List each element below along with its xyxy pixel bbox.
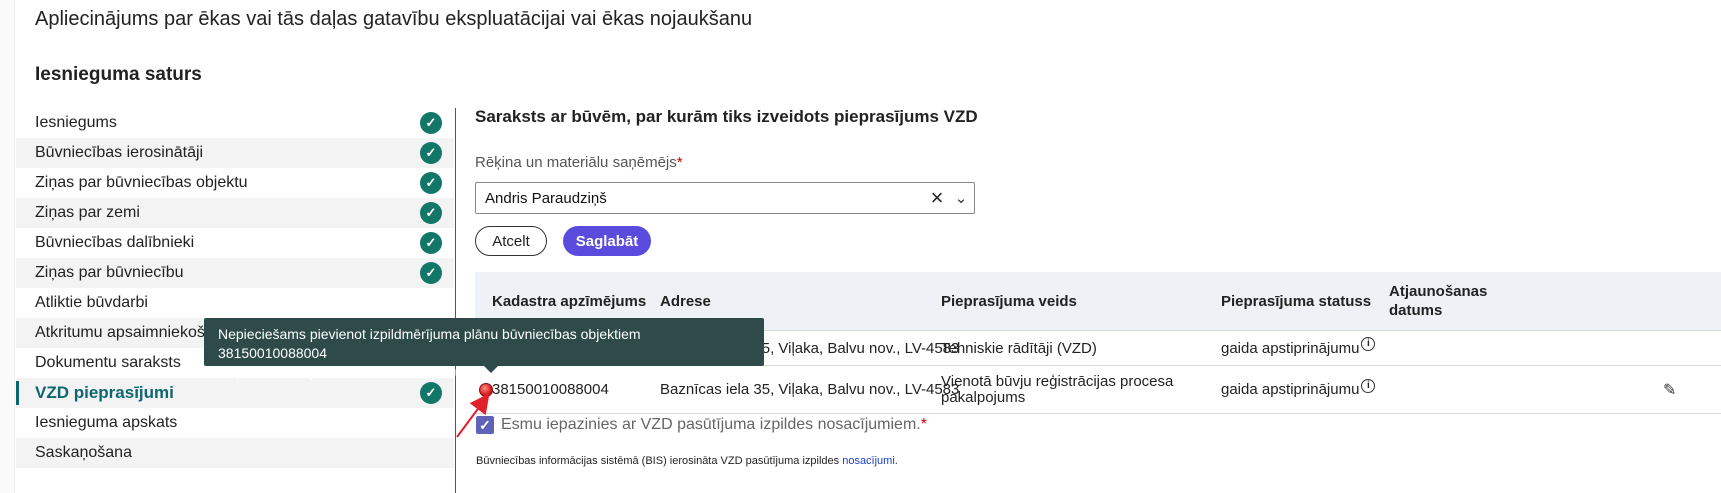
required-mark: * xyxy=(676,154,683,171)
header-updated-line1: Atjaunošanas xyxy=(1389,283,1488,300)
request-type-line1: Vienotā būvju reģistrācijas procesa xyxy=(941,372,1174,390)
cell-request-type: Tehniskie rādītāji (VZD) xyxy=(941,339,1097,357)
chevron-down-icon[interactable]: ⌄ xyxy=(948,189,974,207)
section-title: Iesnieguma saturs xyxy=(35,64,202,85)
check-icon: ✓ xyxy=(420,232,442,254)
footnote-suffix: . xyxy=(894,455,898,467)
sidebar-item-label: Ziņas par būvniecības objektu xyxy=(35,174,248,191)
cell-request-status: gaida apstiprinājumu i xyxy=(1221,366,1376,413)
clear-icon[interactable]: × xyxy=(926,187,948,209)
sidebar-item-label: Būvniecības ierosinātāji xyxy=(35,144,204,161)
header-updated-line2: datums xyxy=(1389,302,1443,319)
sidebar-item-buvniecibas-dalibnieki[interactable]: Būvniecības dalībnieki ✓ xyxy=(16,228,454,258)
check-icon: ✓ xyxy=(420,112,442,134)
sidebar-item-label: Būvniecības dalībnieki xyxy=(35,234,195,251)
required-mark: * xyxy=(920,416,927,433)
sidebar-item-label: Iesniegums xyxy=(35,114,117,131)
sidebar-item-zinas-par-buvniecibu[interactable]: Ziņas par būvniecību ✓ xyxy=(16,258,454,288)
agreement-checkbox-row[interactable]: ✓ Esmu iepazinies ar VZD pasūtījuma izpi… xyxy=(476,416,927,434)
edit-pencil-icon[interactable]: ✎ xyxy=(1663,380,1676,400)
sidebar-item-label: Ziņas par zemi xyxy=(35,204,140,221)
sidebar-item-label: Dokumentu saraksts xyxy=(35,354,181,371)
sidebar-item-atliktie-buvdarbi[interactable]: Atliktie būvdarbi xyxy=(16,288,454,318)
cell-actions: ✎ xyxy=(1663,366,1676,413)
sidebar-item-label: Atliktie būvdarbi xyxy=(35,294,148,311)
validation-tooltip: Nepieciešams pievienot izpildmērījuma pl… xyxy=(204,318,764,380)
sidebar-item-label: Saskaņošana xyxy=(35,444,132,461)
check-icon: ✓ xyxy=(420,382,442,404)
info-icon[interactable]: i xyxy=(1361,337,1376,351)
header-request-status: Pieprasījuma statuss xyxy=(1221,292,1372,310)
sidebar-nav: Iesniegums ✓ Būvniecības ierosinātāji ✓ … xyxy=(16,108,454,468)
recipient-select[interactable]: Andris Paraudziņš × ⌄ xyxy=(475,182,975,214)
check-icon: ✓ xyxy=(420,142,442,164)
recipient-select-value: Andris Paraudziņš xyxy=(485,189,607,207)
sidebar-item-saskanosana[interactable]: Saskaņošana xyxy=(16,438,454,468)
header-updated-date: Atjaunošanas datums xyxy=(1389,272,1487,330)
sidebar-item-label: Ziņas par būvniecību xyxy=(35,264,184,281)
check-icon: ✓ xyxy=(420,172,442,194)
sidebar-item-zinas-par-buvniecibas-objektu[interactable]: Ziņas par būvniecības objektu ✓ xyxy=(16,168,454,198)
footnote-text: Būvniecības informācijas sistēmā (BIS) i… xyxy=(476,455,843,467)
sidebar-item-label: VZD pieprasījumi xyxy=(35,383,174,402)
conditions-link[interactable]: nosacījumi xyxy=(842,455,895,467)
error-indicator-icon[interactable] xyxy=(479,382,493,397)
status-text: gaida apstiprinājumu xyxy=(1221,339,1360,357)
footnote: Būvniecības informācijas sistēmā (BIS) i… xyxy=(476,455,898,467)
cancel-button[interactable]: Atcelt xyxy=(475,226,547,256)
sidebar-item-vzd-pieprasijumi[interactable]: VZD pieprasījumi ✓ xyxy=(16,378,454,408)
status-text: gaida apstiprinājumu xyxy=(1221,381,1360,398)
save-button[interactable]: Saglabāt xyxy=(563,226,651,256)
cell-request-status: gaida apstiprinājumu i xyxy=(1221,331,1376,365)
left-edge-strip xyxy=(0,0,15,493)
vertical-divider xyxy=(455,108,456,493)
sidebar-item-label: Iesnieguma apskats xyxy=(35,414,178,431)
content-title: Saraksts ar būvēm, par kurām tiks izveid… xyxy=(475,107,978,126)
sidebar-item-iesniegums[interactable]: Iesniegums ✓ xyxy=(16,108,454,138)
sidebar-item-label: Atkritumu apsaimniekošana xyxy=(35,324,232,341)
agreement-checkbox[interactable]: ✓ xyxy=(476,416,494,434)
sidebar-item-zinas-par-zemi[interactable]: Ziņas par zemi ✓ xyxy=(16,198,454,228)
agreement-label: Esmu iepazinies ar VZD pasūtījuma izpild… xyxy=(501,416,921,433)
sidebar-item-iesnieguma-apskats[interactable]: Iesnieguma apskats xyxy=(16,408,454,438)
tooltip-line-2: Nepieciešams pievienot fotofiksāciju būv… xyxy=(218,364,699,380)
header-request-type: Pieprasījuma veids xyxy=(941,292,1077,310)
tooltip-line-1: Nepieciešams pievienot izpildmērījuma pl… xyxy=(218,326,641,361)
page-title: Apliecinājums par ēkas vai tās daļas gat… xyxy=(35,8,753,30)
sidebar-item-buvniecibas-ierosinataji[interactable]: Būvniecības ierosinātāji ✓ xyxy=(16,138,454,168)
info-icon[interactable]: i xyxy=(1361,378,1376,393)
check-icon: ✓ xyxy=(420,262,442,284)
request-type-line2: pakalpojums xyxy=(941,388,1026,406)
cell-request-type: Vienotā būvju reģistrācijas procesa paka… xyxy=(941,366,1173,413)
recipient-label-text: Rēķina un materiālu saņēmējs xyxy=(475,154,677,171)
check-icon: ✓ xyxy=(420,202,442,224)
recipient-label: Rēķina un materiālu saņēmējs* xyxy=(475,154,683,171)
